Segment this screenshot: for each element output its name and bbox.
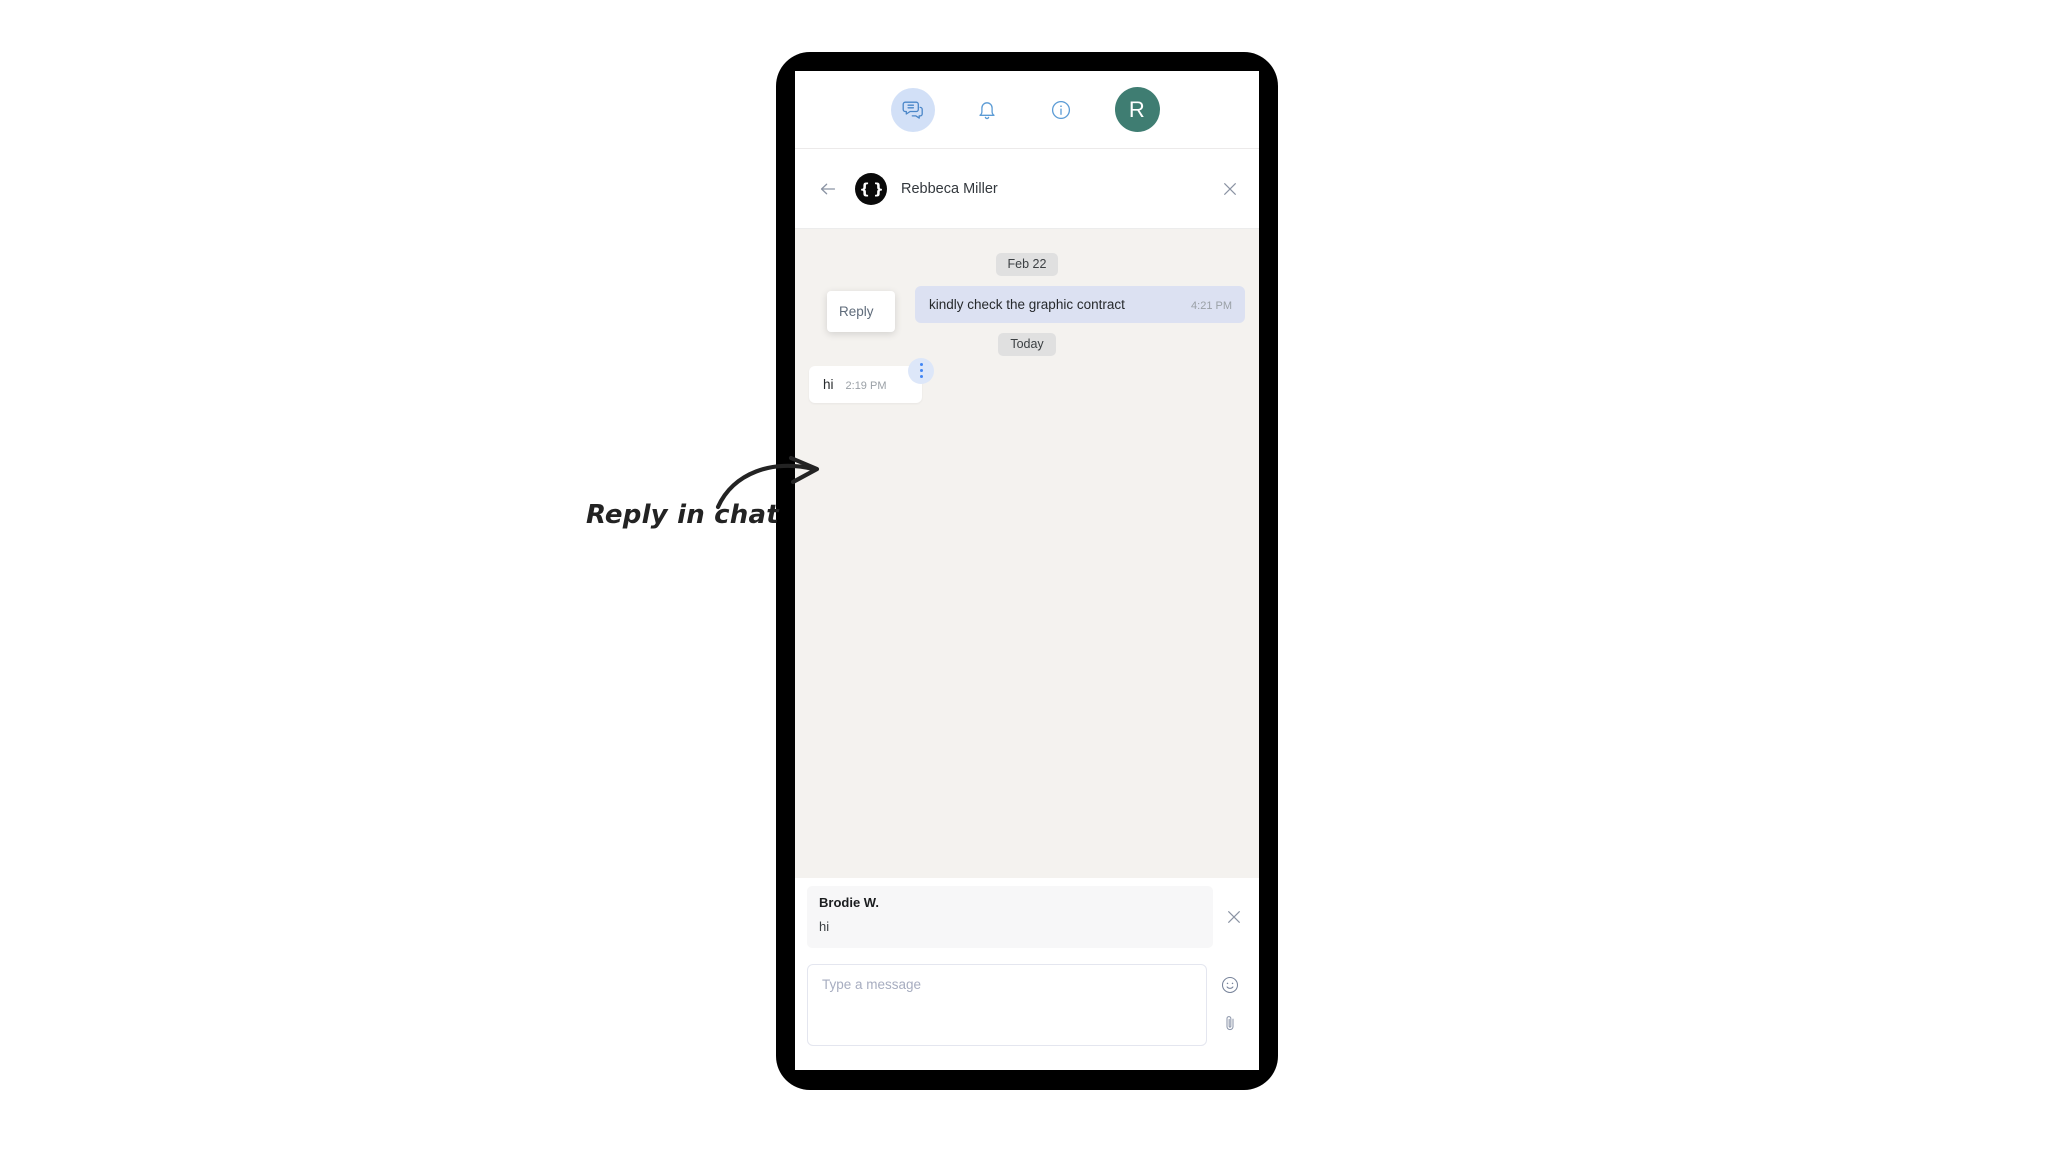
back-arrow-icon[interactable] <box>815 176 841 202</box>
close-chat-icon[interactable] <box>1217 176 1243 202</box>
top-navigation-bar: R <box>795 71 1259 149</box>
dot <box>919 363 923 367</box>
phone-device-frame: R { } Rebbeca Miller Feb 22 kindly check… <box>776 52 1278 1090</box>
bell-icon <box>975 98 999 122</box>
screenshot-canvas: R { } Rebbeca Miller Feb 22 kindly check… <box>0 0 2051 1153</box>
date-divider-feb22: Feb 22 <box>809 253 1245 276</box>
chat-bubbles-icon <box>901 98 925 122</box>
date-divider-label: Feb 22 <box>995 253 1059 276</box>
context-menu-item-reply[interactable]: Reply <box>827 298 895 325</box>
message-timestamp: 2:19 PM <box>845 379 887 392</box>
dismiss-reply-icon[interactable] <box>1221 904 1247 930</box>
message-composer <box>795 954 1259 1070</box>
peer-avatar: { } <box>855 172 887 205</box>
message-list[interactable]: Feb 22 kindly check the graphic contract… <box>795 229 1259 878</box>
message-row-incoming: hi 2:19 PM <box>809 357 1245 404</box>
reply-preview-text: hi <box>819 919 830 934</box>
reply-preview-card: Brodie W. hi <box>807 886 1213 948</box>
date-divider-today: Today <box>809 333 1245 356</box>
peer-name: Rebbeca Miller <box>901 180 998 197</box>
nav-item-info[interactable] <box>1039 88 1083 132</box>
info-circle-icon <box>1049 98 1073 122</box>
message-text: kindly check the graphic contract <box>929 296 1125 312</box>
message-text: hi <box>823 376 834 392</box>
message-options-icon[interactable] <box>908 357 935 384</box>
paperclip-icon[interactable] <box>1219 1012 1241 1034</box>
annotation-label: Reply in chat <box>586 500 779 530</box>
nav-item-chat[interactable] <box>890 87 935 132</box>
message-context-menu[interactable]: Reply <box>827 291 895 332</box>
composer-tools <box>1213 964 1247 1034</box>
message-input[interactable] <box>807 964 1207 1046</box>
smiley-icon[interactable] <box>1219 974 1241 996</box>
phone-screen: R { } Rebbeca Miller Feb 22 kindly check… <box>795 71 1259 1070</box>
message-bubble-incoming[interactable]: hi 2:19 PM <box>809 357 935 404</box>
date-divider-label: Today <box>998 333 1056 356</box>
user-avatar[interactable]: R <box>1114 87 1160 132</box>
dot <box>919 369 923 373</box>
reply-preview-bar: Brodie W. hi <box>795 878 1259 954</box>
reply-preview-author: Brodie W. <box>819 895 879 910</box>
dot <box>919 375 923 379</box>
nav-item-notifications[interactable] <box>965 88 1009 132</box>
chat-header: { } Rebbeca Miller <box>795 149 1259 229</box>
message-bubble-outgoing[interactable]: kindly check the graphic contract 4:21 P… <box>915 285 1245 324</box>
message-timestamp: 4:21 PM <box>1191 299 1232 312</box>
